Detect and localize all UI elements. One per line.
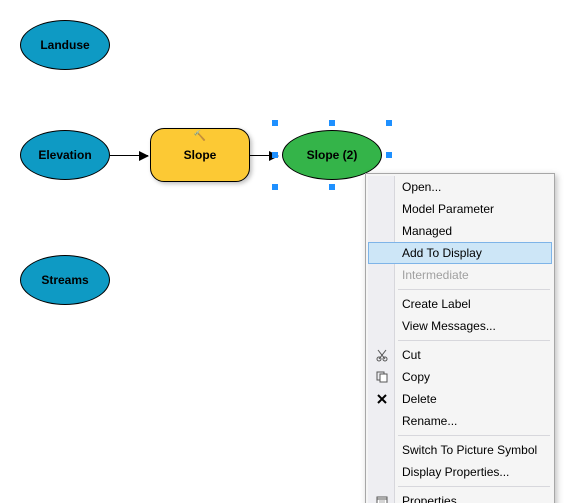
menu-item-switch-picture-symbol[interactable]: Switch To Picture Symbol	[368, 439, 552, 461]
menu-item-delete[interactable]: Delete	[368, 388, 552, 410]
menu-item-copy[interactable]: Copy	[368, 366, 552, 388]
tool-slope[interactable]: 🔨 Slope	[150, 128, 250, 182]
menu-separator	[398, 435, 550, 436]
menu-item-add-to-display[interactable]: Add To Display	[368, 242, 552, 264]
menu-item-rename[interactable]: Rename...	[368, 410, 552, 432]
menu-item-delete-label: Delete	[402, 392, 437, 406]
node-elevation[interactable]: Elevation	[20, 130, 110, 180]
delete-icon	[373, 390, 391, 408]
selection-handle[interactable]	[329, 184, 335, 190]
node-elevation-label: Elevation	[38, 148, 91, 162]
selection-handle[interactable]	[272, 120, 278, 126]
selection-handle[interactable]	[386, 120, 392, 126]
menu-item-create-label[interactable]: Create Label	[368, 293, 552, 315]
menu-item-managed-label: Managed	[402, 224, 452, 238]
menu-item-model-parameter-label: Model Parameter	[402, 202, 494, 216]
menu-item-model-parameter[interactable]: Model Parameter	[368, 198, 552, 220]
menu-item-create-label-label: Create Label	[402, 297, 471, 311]
node-streams[interactable]: Streams	[20, 255, 110, 305]
context-menu: Open... Model Parameter Managed Add To D…	[365, 173, 555, 503]
hammer-icon: 🔨	[194, 132, 206, 142]
menu-separator	[398, 289, 550, 290]
menu-item-intermediate-label: Intermediate	[402, 268, 469, 282]
copy-icon	[373, 368, 391, 386]
node-slope2-label: Slope (2)	[307, 148, 358, 162]
menu-item-open-label: Open...	[402, 180, 441, 194]
menu-item-cut[interactable]: Cut	[368, 344, 552, 366]
menu-item-properties[interactable]: Properties...	[368, 490, 552, 503]
menu-separator	[398, 486, 550, 487]
selection-handle[interactable]	[329, 120, 335, 126]
menu-item-switch-picture-symbol-label: Switch To Picture Symbol	[402, 443, 537, 457]
menu-item-cut-label: Cut	[402, 348, 421, 362]
menu-item-add-to-display-label: Add To Display	[402, 246, 482, 260]
connector-elevation-to-slope	[110, 155, 148, 156]
selection-handle[interactable]	[272, 184, 278, 190]
menu-item-view-messages-label: View Messages...	[402, 319, 496, 333]
menu-item-view-messages[interactable]: View Messages...	[368, 315, 552, 337]
selection-handle[interactable]	[386, 152, 392, 158]
tool-slope-label: Slope	[184, 148, 217, 162]
menu-item-rename-label: Rename...	[402, 414, 457, 428]
properties-icon	[373, 492, 391, 503]
menu-separator	[398, 340, 550, 341]
selection-handle[interactable]	[272, 152, 278, 158]
node-landuse[interactable]: Landuse	[20, 20, 110, 70]
cut-icon	[373, 346, 391, 364]
menu-item-managed[interactable]: Managed	[368, 220, 552, 242]
menu-item-intermediate: Intermediate	[368, 264, 552, 286]
menu-item-display-properties[interactable]: Display Properties...	[368, 461, 552, 483]
menu-item-display-properties-label: Display Properties...	[402, 465, 509, 479]
menu-item-open[interactable]: Open...	[368, 176, 552, 198]
menu-item-properties-label: Properties...	[402, 494, 467, 503]
menu-item-copy-label: Copy	[402, 370, 430, 384]
node-landuse-label: Landuse	[40, 38, 89, 52]
node-streams-label: Streams	[41, 273, 88, 287]
